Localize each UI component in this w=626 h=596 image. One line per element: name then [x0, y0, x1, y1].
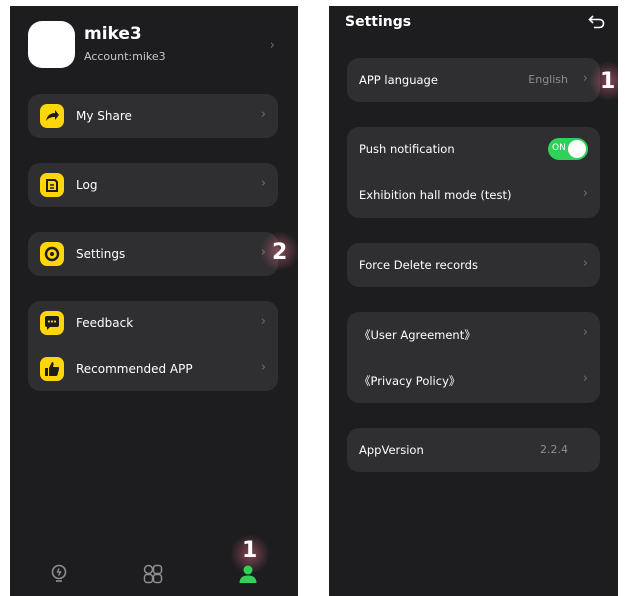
chevron-right-icon: › — [582, 325, 588, 340]
push-notification-label: Push notification — [359, 142, 455, 156]
grid-icon[interactable] — [141, 562, 165, 586]
menu-item-feedback[interactable]: Feedback › — [28, 301, 278, 345]
log-card: Log › — [28, 163, 278, 207]
chevron-right-icon: › — [582, 256, 588, 271]
force-delete-card: Force Delete records › — [347, 243, 600, 287]
my-share-card: My Share › — [28, 94, 278, 138]
privacy-policy-label: 《Privacy Policy》 — [359, 374, 461, 388]
chevron-right-icon: › — [582, 71, 588, 86]
log-icon — [40, 173, 64, 197]
support-card: Feedback › Recommended APP › — [28, 301, 278, 391]
step-marker: 2 — [272, 240, 288, 265]
feedback-icon — [40, 311, 64, 335]
push-notification-row: Push notification ON — [347, 127, 600, 171]
person-icon[interactable] — [236, 562, 260, 586]
app-version-value: 2.2.4 — [540, 443, 568, 456]
menu-item-my-share[interactable]: My Share › — [28, 94, 278, 138]
settings-icon — [40, 242, 64, 266]
menu-label: Settings — [76, 247, 126, 261]
chevron-right-icon: › — [260, 176, 266, 191]
exhibition-mode-label: Exhibition hall mode (test) — [359, 188, 512, 202]
menu-label: Recommended APP — [76, 362, 193, 376]
step-marker: 1 — [600, 69, 616, 94]
menu-label: Feedback — [76, 316, 134, 330]
user-agreement-label: 《User Agreement》 — [359, 328, 476, 342]
settings-screen: Settings APP language English › 1 Push n… — [329, 6, 618, 596]
force-delete-label: Force Delete records — [359, 258, 478, 272]
toggle-knob — [568, 140, 586, 158]
notification-card: Push notification ON Exhibition hall mod… — [347, 127, 600, 218]
force-delete-row[interactable]: Force Delete records › — [347, 243, 600, 287]
account-id: Account:mike3 — [84, 50, 166, 63]
chevron-right-icon: › — [269, 38, 275, 53]
app-version-row: AppVersion 2.2.4 — [347, 428, 600, 472]
menu-item-log[interactable]: Log › — [28, 163, 278, 207]
avatar[interactable] — [28, 21, 75, 68]
page-title: Settings — [345, 14, 412, 30]
menu-item-settings[interactable]: Settings › — [28, 232, 278, 276]
chevron-right-icon: › — [582, 371, 588, 386]
app-language-row[interactable]: APP language English › — [347, 58, 600, 102]
lightbulb-icon[interactable] — [47, 562, 71, 586]
language-value: English — [528, 73, 568, 86]
user-agreement-row[interactable]: 《User Agreement》 › — [347, 312, 600, 356]
menu-item-recommended-app[interactable]: Recommended APP › — [28, 347, 278, 391]
chevron-right-icon: › — [582, 186, 588, 201]
exhibition-mode-row[interactable]: Exhibition hall mode (test) › — [347, 173, 600, 217]
menu-label: Log — [76, 178, 98, 192]
push-notification-toggle[interactable]: ON — [548, 138, 588, 160]
profile-header[interactable]: mike3 Account:mike3 › — [28, 21, 283, 75]
language-card: APP language English › — [347, 58, 600, 102]
privacy-policy-row[interactable]: 《Privacy Policy》 › — [347, 358, 600, 402]
thumbs-up-icon — [40, 357, 64, 381]
bottom-tab-bar — [10, 556, 298, 596]
settings-card: Settings › — [28, 232, 278, 276]
app-language-label: APP language — [359, 73, 438, 87]
app-version-label: AppVersion — [359, 443, 424, 457]
toggle-state: ON — [552, 143, 566, 153]
back-icon[interactable] — [588, 12, 606, 30]
menu-label: My Share — [76, 109, 132, 123]
profile-screen: mike3 Account:mike3 › My Share › Log › S… — [10, 6, 298, 596]
chevron-right-icon: › — [260, 107, 266, 122]
legal-card: 《User Agreement》 › 《Privacy Policy》 › — [347, 312, 600, 403]
username: mike3 — [84, 24, 142, 44]
chevron-right-icon: › — [260, 360, 266, 375]
chevron-right-icon: › — [260, 314, 266, 329]
version-card: AppVersion 2.2.4 — [347, 428, 600, 472]
share-icon — [40, 104, 64, 128]
